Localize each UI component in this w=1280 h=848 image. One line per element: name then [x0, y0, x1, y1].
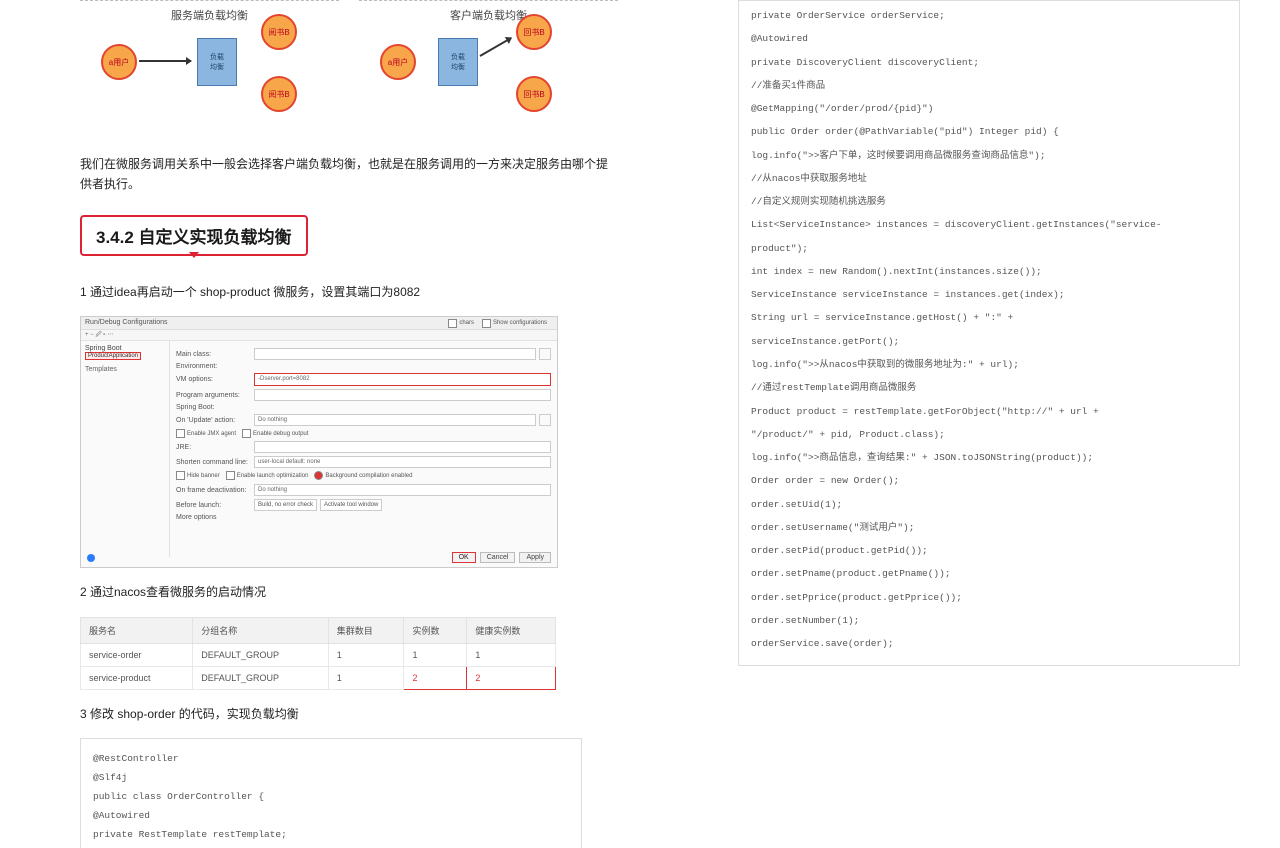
diagram-caption-left: 服务端负载均衡 — [80, 7, 339, 23]
column-left: a用户 负载 均衡 阅书B 阅书B 服务端负载均衡 a用户 负载 均衡 回书B — [0, 0, 638, 848]
step-2-label: 2 通过nacos查看微服务的启动情况 — [80, 582, 618, 602]
ide-run-config-screenshot: Run/Debug Configurations chars Show conf… — [80, 316, 558, 568]
step-1-label: 1 通过idea再启动一个 shop-product 微服务，设置其端口为808… — [80, 282, 618, 302]
th-cluster: 集群数目 — [328, 617, 404, 643]
table-header-row: 服务名 分组名称 集群数目 实例数 健康实例数 — [81, 617, 556, 643]
cell-healthy: 1 — [467, 643, 556, 666]
diagram-pair: a用户 负载 均衡 阅书B 阅书B 服务端负载均衡 a用户 负载 均衡 回书B — [80, 0, 618, 140]
row-frdeact-select[interactable]: Do nothing — [254, 484, 551, 496]
bl-build[interactable]: Build, no error check — [254, 499, 317, 511]
cell-inst-highlighted: 2 — [404, 666, 467, 689]
row-pargs-label: Program arguments: — [176, 392, 254, 399]
chevron-down-icon[interactable] — [539, 414, 551, 426]
ide-toolbar[interactable]: + − 🖉 ▸ ⋯ — [81, 330, 557, 341]
arrow-icon — [480, 37, 512, 57]
ide-form: Main class: Environment: VM options: -Ds… — [170, 341, 557, 557]
diagram-client-lb: a用户 负载 均衡 回书B 回书B — [359, 0, 618, 1]
code-block-left: @RestController @Slf4j public class Orde… — [80, 738, 582, 848]
ide-title: Run/Debug Configurations — [85, 317, 168, 329]
table-row: service-product DEFAULT_GROUP 1 2 2 — [81, 666, 556, 689]
ide-chk-showconfigs[interactable]: Show configurations — [482, 317, 547, 329]
row-env-label: Environment: — [176, 363, 254, 370]
ide-tree[interactable]: Spring Boot ProductApplication Templates — [81, 341, 170, 557]
tree-templates[interactable]: Templates — [85, 366, 165, 373]
chk-debug[interactable]: Enable debug output — [242, 429, 308, 438]
apply-button[interactable]: Apply — [519, 552, 551, 563]
row-vmopt-input[interactable]: -Dserver.port=8082 — [254, 373, 551, 386]
row-frdeact-label: On frame deactivation: — [176, 487, 254, 494]
row-vmopt-label: VM options: — [176, 376, 254, 383]
chk-jmx[interactable]: Enable JMX agent — [176, 429, 236, 438]
row-before-launch-label: Before launch: — [176, 502, 254, 509]
row-shorten-select[interactable]: user-local default: none — [254, 456, 551, 468]
node-svc-2: 阅书B — [261, 76, 297, 112]
chk-hide-banner[interactable]: Hide banner — [176, 471, 220, 480]
row-main-class-label: Main class: — [176, 351, 254, 358]
row-more-label[interactable]: More options — [176, 514, 254, 521]
ide-footer: OK Cancel Apply — [452, 552, 551, 563]
tree-root[interactable]: Spring Boot — [85, 345, 165, 352]
nacos-services-table: 服务名 分组名称 集群数目 实例数 健康实例数 service-order DE… — [80, 617, 556, 690]
node-svc-1: 回书B — [516, 14, 552, 50]
rad-bg-compile[interactable]: Background compilation enabled — [314, 471, 412, 480]
row-pargs-input[interactable] — [254, 389, 551, 401]
diagram-caption-right: 客户端负载均衡 — [359, 7, 618, 23]
node-svc-2: 回书B — [516, 76, 552, 112]
page: a用户 负载 均衡 阅书B 阅书B 服务端负载均衡 a用户 负载 均衡 回书B — [0, 0, 1280, 848]
cell-svc: service-order — [81, 643, 193, 666]
th-healthy: 健康实例数 — [467, 617, 556, 643]
ok-button[interactable]: OK — [452, 552, 476, 563]
diagram-server-lb: a用户 负载 均衡 阅书B 阅书B — [80, 0, 339, 1]
cell-group: DEFAULT_GROUP — [193, 666, 329, 689]
node-lb-rect: 负载 均衡 — [438, 38, 478, 86]
node-user: a用户 — [101, 44, 137, 80]
row-update-select[interactable]: Do nothing — [254, 414, 536, 426]
th-instances: 实例数 — [404, 617, 467, 643]
cell-cluster: 1 — [328, 643, 404, 666]
row-jre-label: JRE: — [176, 444, 254, 451]
arrow-icon — [139, 60, 191, 62]
node-user: a用户 — [380, 44, 416, 80]
node-lb-rect: 负载 均衡 — [197, 38, 237, 86]
row-jre-select[interactable] — [254, 441, 551, 453]
browse-icon[interactable] — [539, 348, 551, 360]
row-main-class-input[interactable] — [254, 348, 536, 360]
tree-selected[interactable]: ProductApplication — [85, 352, 141, 360]
paragraph-intro: 我们在微服务调用关系中一般会选择客户端负载均衡，也就是在服务调用的一方来决定服务… — [80, 154, 618, 195]
code-block-right: private OrderService orderService;@Autow… — [738, 0, 1240, 666]
heading-3-4-2: 3.4.2 自定义实现负载均衡 — [80, 215, 308, 256]
table-row: service-order DEFAULT_GROUP 1 1 1 — [81, 643, 556, 666]
cell-svc: service-product — [81, 666, 193, 689]
cell-inst: 1 — [404, 643, 467, 666]
cell-healthy-highlighted: 2 — [467, 666, 556, 689]
row-shorten-label: Shorten command line: — [176, 459, 254, 466]
progress-dot-icon — [87, 554, 95, 562]
cell-group: DEFAULT_GROUP — [193, 643, 329, 666]
ide-titlebar: Run/Debug Configurations chars Show conf… — [81, 317, 557, 330]
column-right: private OrderService orderService;@Autow… — [638, 0, 1280, 848]
th-group: 分组名称 — [193, 617, 329, 643]
row-update-label: On 'Update' action: — [176, 417, 254, 424]
cell-cluster: 1 — [328, 666, 404, 689]
chk-launch-opt[interactable]: Enable launch optimization — [226, 471, 309, 480]
node-svc-1: 阅书B — [261, 14, 297, 50]
th-service: 服务名 — [81, 617, 193, 643]
ide-chk-chars[interactable]: chars — [448, 317, 474, 329]
row-springboot-label: Spring Boot: — [176, 404, 254, 411]
cancel-button[interactable]: Cancel — [480, 552, 516, 563]
bl-toolwin[interactable]: Activate tool window — [320, 499, 382, 511]
step-3-label: 3 修改 shop-order 的代码，实现负载均衡 — [80, 704, 618, 724]
